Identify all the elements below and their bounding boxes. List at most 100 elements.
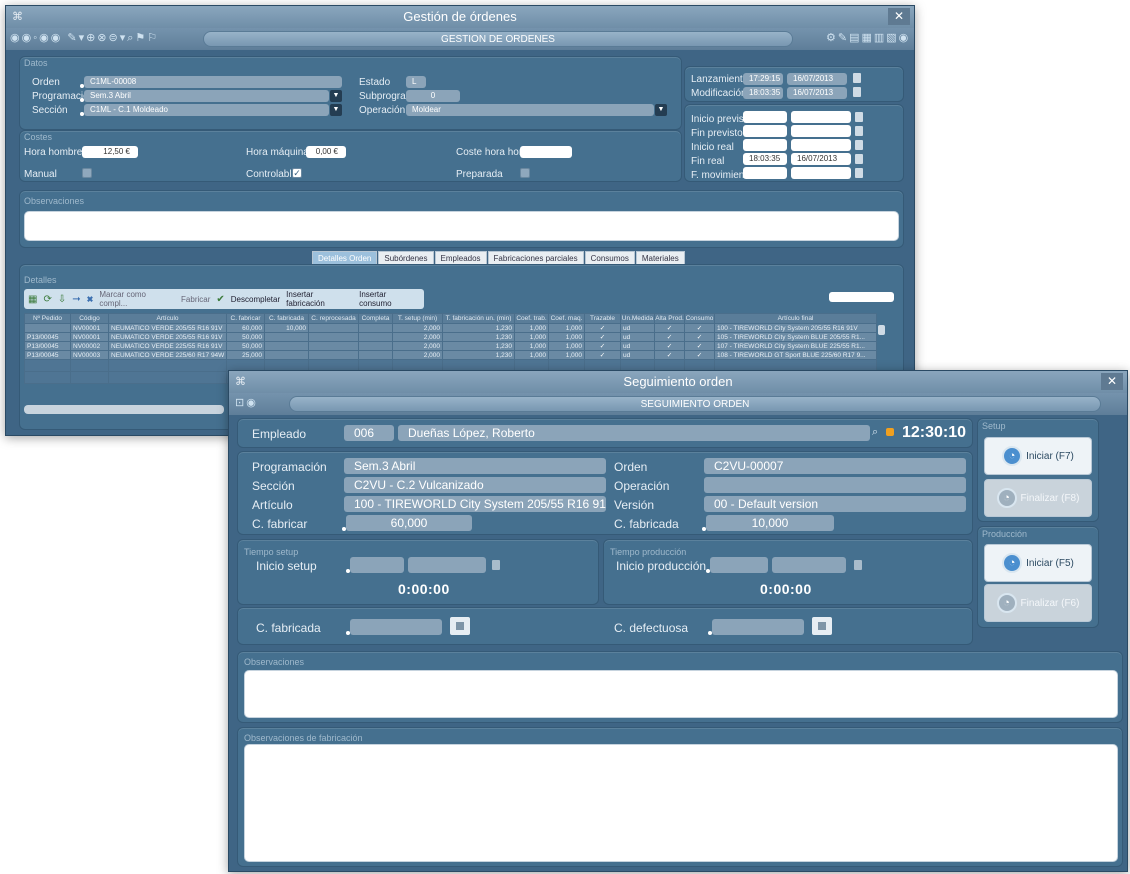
grid-column-header[interactable]: Coef. maq. — [548, 313, 585, 324]
table-cell[interactable]: 1,000 — [548, 332, 585, 342]
grid-column-header[interactable]: Artículo final — [714, 313, 877, 324]
articulo-field[interactable]: 100 - TIREWORLD City System 205/55 R16 9… — [344, 496, 606, 512]
grid-column-header[interactable]: Consumo — [684, 313, 715, 324]
table-cell[interactable]: ud — [620, 341, 655, 351]
table-cell[interactable]: 1,230 — [442, 332, 515, 342]
table-cell[interactable]: ud — [620, 332, 655, 342]
close-button[interactable]: ✕ — [888, 8, 910, 25]
programacion-field[interactable]: Sem.3 Abril — [84, 90, 329, 102]
finalizar-setup-button[interactable]: ◔ Finalizar (F8) — [984, 479, 1092, 517]
c-fabricada-field[interactable]: 10,000 — [706, 515, 834, 531]
table-cell[interactable]: 1,000 — [548, 350, 585, 360]
fin-real-date-field[interactable]: 16/07/2013 — [791, 153, 851, 165]
inicio-setup-time-field[interactable] — [350, 557, 404, 573]
inicio-previsto-calendar-icon[interactable] — [855, 112, 863, 122]
table-cell[interactable]: 1,230 — [442, 341, 515, 351]
grid-column-header[interactable]: T. fabricación un. (min) — [442, 313, 515, 324]
table-cell[interactable]: 2,000 — [392, 323, 443, 333]
grid-column-header[interactable]: Código — [70, 313, 109, 324]
grid-column-header[interactable]: Artículo — [108, 313, 227, 324]
iniciar-setup-button[interactable]: ◔ Iniciar (F7) — [984, 437, 1092, 475]
table-row[interactable]: NV00001 NEUMATICO VERDE 205/55 R16 91V 60,… — [24, 323, 877, 333]
table-cell[interactable]: ✓ — [684, 332, 715, 342]
table-cell[interactable]: 1,230 — [442, 323, 515, 333]
fin-previsto-time-field[interactable] — [743, 125, 787, 137]
table-cell[interactable] — [264, 350, 309, 360]
table-cell[interactable]: ✓ — [654, 341, 685, 351]
inicio-real-date-field[interactable] — [791, 139, 851, 151]
table-cell[interactable]: 10,000 — [264, 323, 309, 333]
table-cell[interactable] — [264, 341, 309, 351]
inicio-produccion-time-field[interactable] — [710, 557, 768, 573]
modificacion-time-field[interactable]: 18:03:35 — [743, 87, 783, 99]
empleado-code-field[interactable]: 006 — [344, 425, 394, 441]
table-cell[interactable]: ✓ — [684, 341, 715, 351]
version-field[interactable]: 00 - Default version — [704, 496, 966, 512]
finalizar-produccion-button[interactable]: ◔ Finalizar (F6) — [984, 584, 1092, 622]
table-cell[interactable]: 50,000 — [226, 332, 265, 342]
inicio-setup-calendar-icon[interactable] — [492, 560, 500, 570]
f-movimiento-calendar-icon[interactable] — [855, 168, 863, 178]
table-cell[interactable] — [358, 332, 393, 342]
table-row[interactable]: P13/00045 NV00002 NEUMATICO VERDE 225/55 R… — [24, 341, 877, 351]
table-cell[interactable]: 1,000 — [514, 350, 549, 360]
c-fabricada2-field[interactable] — [350, 619, 442, 635]
empleado-name-field[interactable]: Dueñas López, Roberto — [398, 425, 870, 441]
table-cell[interactable]: 2,000 — [392, 350, 443, 360]
table-cell[interactable]: 1,230 — [442, 350, 515, 360]
grid-column-header[interactable]: C. fabricar — [226, 313, 265, 324]
search-icon[interactable]: ⌕ — [872, 426, 878, 439]
table-cell[interactable] — [308, 350, 359, 360]
table-cell[interactable]: 108 - TIREWORLD GT Sport BLUE 225/60 R17… — [714, 350, 877, 360]
table-cell[interactable]: NEUMATICO VERDE 205/55 R16 91V — [108, 323, 227, 333]
coste-hora-field[interactable] — [520, 146, 572, 158]
subprogram-field[interactable]: 0 — [406, 90, 460, 102]
horizontal-scrollbar[interactable] — [24, 405, 224, 414]
table-cell[interactable]: 100 - TIREWORLD City System 205/55 R16 9… — [714, 323, 877, 333]
table-row[interactable]: P13/00045 NV00003 NEUMATICO VERDE 225/60 R… — [24, 350, 877, 360]
table-cell[interactable]: 1,000 — [514, 323, 549, 333]
refresh-icon[interactable]: ⟳ — [43, 294, 51, 305]
controlable-checkbox[interactable]: ✓ — [292, 168, 302, 178]
observaciones-fabricacion-textarea[interactable] — [244, 744, 1118, 862]
table-cell[interactable]: ✓ — [654, 332, 685, 342]
grid-column-header[interactable]: Un.Medida — [620, 313, 655, 324]
arrow-icon[interactable]: ➞ — [72, 294, 80, 305]
table-cell[interactable] — [308, 323, 359, 333]
table-cell[interactable] — [358, 350, 393, 360]
c-defectuosa-field[interactable] — [712, 619, 804, 635]
grid-column-header[interactable]: Completa — [358, 313, 393, 324]
grid-icon[interactable]: ▦ — [28, 294, 37, 305]
programacion-dropdown-icon[interactable]: ▼ — [330, 90, 342, 102]
table-cell[interactable] — [308, 341, 359, 351]
table-cell[interactable]: NV00002 — [70, 341, 109, 351]
grid-column-header[interactable]: C. fabricada — [264, 313, 309, 324]
grid-column-header[interactable]: Trazable — [584, 313, 621, 324]
toolbar-icons[interactable]: ⊡◉ — [235, 396, 258, 409]
table-cell[interactable]: NEUMATICO VERDE 225/55 R16 91V — [108, 341, 227, 351]
c-defectuosa-button[interactable] — [812, 617, 832, 635]
lanzamiento-date-field[interactable]: 16/07/2013 — [787, 73, 847, 85]
seccion-field[interactable]: C2VU - C.2 Vulcanizado — [344, 477, 606, 493]
table-cell[interactable] — [264, 332, 309, 342]
grid-column-header[interactable]: C. reprocesada — [308, 313, 359, 324]
table-cell[interactable]: ud — [620, 323, 655, 333]
table-cell[interactable]: ✓ — [684, 323, 715, 333]
insertar-consumo-button[interactable]: Insertar consumo — [359, 290, 420, 308]
fin-previsto-calendar-icon[interactable] — [855, 126, 863, 136]
descompletar-button[interactable]: Descompletar — [231, 295, 280, 304]
grid-column-header[interactable]: T. setup (min) — [392, 313, 443, 324]
observaciones-textarea[interactable] — [24, 211, 899, 241]
lanzamiento-time-field[interactable]: 17:29:15 — [743, 73, 783, 85]
c-fabricar-field[interactable]: 60,000 — [346, 515, 472, 531]
table-cell[interactable]: P13/00045 — [24, 341, 71, 351]
operacion-field[interactable] — [704, 477, 966, 493]
grid-column-header[interactable]: Nº Pedido — [24, 313, 71, 324]
table-cell[interactable]: ✓ — [584, 350, 621, 360]
toolbar-action-icons[interactable]: ⚙✎▤▦▥▧◉ — [826, 31, 910, 44]
table-cell[interactable]: 1,000 — [548, 323, 585, 333]
export-icon[interactable]: ⇩ — [58, 294, 66, 305]
table-cell[interactable]: NEUMATICO VERDE 225/60 R17 94W — [108, 350, 227, 360]
table-cell[interactable]: P13/00045 — [24, 332, 71, 342]
orden-field[interactable]: C1ML-00008 — [84, 76, 342, 88]
